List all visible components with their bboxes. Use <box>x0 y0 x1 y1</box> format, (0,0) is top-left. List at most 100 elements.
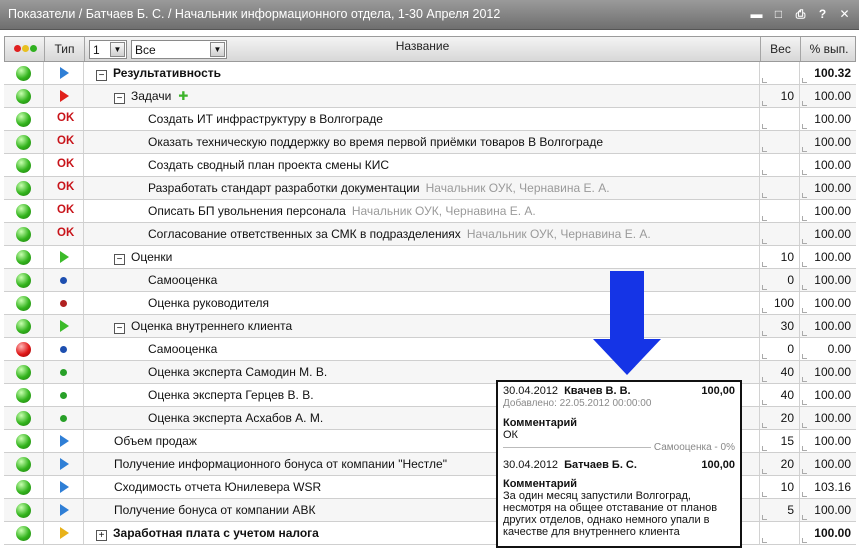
status-red-light-icon <box>16 342 31 357</box>
ok-mark-icon: OK <box>57 135 75 147</box>
cell-corner-icon <box>762 262 767 267</box>
name-cell[interactable]: Оценка руководителя <box>84 292 760 314</box>
collapse-icon[interactable]: − <box>114 93 125 104</box>
table-row[interactable]: − Задачи ✚ 10 100.00 <box>4 85 856 108</box>
collapse-icon[interactable]: − <box>114 323 125 334</box>
status-green-light-icon <box>16 250 31 265</box>
status-green-light-icon <box>16 135 31 150</box>
status-green-light-icon <box>16 296 31 311</box>
table-row[interactable]: OK Оказать техническую поддержку во время… <box>4 131 856 154</box>
responsible-person: Начальник ОУК, Чернавина Е. А. <box>466 227 651 241</box>
name-content: − Оценка внутреннего клиента <box>114 319 292 334</box>
table-row[interactable]: Оценка руководителя 100 100.00 <box>4 292 856 315</box>
status-cell <box>4 85 44 107</box>
name-cell[interactable]: − Оценка внутреннего клиента <box>84 315 760 337</box>
collapse-icon[interactable]: − <box>96 70 107 81</box>
table-row[interactable]: − Оценка внутреннего клиента 30 100.00 <box>4 315 856 338</box>
cell-corner-icon <box>762 239 767 244</box>
indicator-name: Оказать техническую поддержку во время п… <box>148 135 604 149</box>
indicator-name: Оценка эксперта Герцев В. В. <box>148 388 314 402</box>
name-cell[interactable]: Создать сводный план проекта смены КИС <box>84 154 760 176</box>
table-row[interactable]: OK Согласование ответственных за СМК в по… <box>4 223 856 246</box>
pct-value: 100.00 <box>814 319 851 333</box>
status-cell <box>4 384 44 406</box>
table-row[interactable]: OK Создать сводный план проекта смены КИС… <box>4 154 856 177</box>
status-cell <box>4 223 44 245</box>
table-row[interactable]: Самооценка 0 100.00 <box>4 269 856 292</box>
table-row[interactable]: OK Описать БП увольнения персонала Начальн… <box>4 200 856 223</box>
type-flag-icon <box>60 435 69 447</box>
name-cell[interactable]: − Задачи ✚ <box>84 85 760 107</box>
table-row[interactable]: Самооценка 0 0.00 <box>4 338 856 361</box>
type-cell <box>44 246 84 268</box>
weight-column-header[interactable]: Вес <box>761 37 801 61</box>
name-cell[interactable]: Согласование ответственных за СМК в подр… <box>84 223 760 245</box>
type-cell <box>44 522 84 544</box>
status-cell <box>4 499 44 521</box>
status-green-light-icon <box>16 388 31 403</box>
minimize-icon[interactable]: ▬ <box>748 5 765 23</box>
status-yellow-dot-icon <box>22 45 29 52</box>
weight-cell: 20 <box>760 453 800 475</box>
name-cell[interactable]: − Оценки <box>84 246 760 268</box>
type-dot-icon <box>60 415 67 422</box>
pct-cell: 100.00 <box>800 200 856 222</box>
weight-value: 20 <box>780 457 794 471</box>
name-content: Согласование ответственных за СМК в подр… <box>148 227 651 241</box>
expand-icon[interactable]: + <box>96 530 107 541</box>
cell-corner-icon <box>802 400 807 405</box>
table-row[interactable]: OK Разработать стандарт разработки докуме… <box>4 177 856 200</box>
close-icon[interactable]: ✕ <box>836 5 853 23</box>
pct-column-header[interactable]: % вып. <box>801 37 857 61</box>
name-cell[interactable]: Описать БП увольнения персонала Начальник… <box>84 200 760 222</box>
popup-entry-date: 30.04.2012 <box>503 459 559 471</box>
maximize-icon[interactable]: □ <box>770 5 787 23</box>
pct-cell: 100.00 <box>800 154 856 176</box>
type-cell <box>44 361 84 383</box>
help-icon[interactable]: ? <box>814 5 831 23</box>
weight-cell <box>760 223 800 245</box>
cell-corner-icon <box>802 446 807 451</box>
weight-value: 0 <box>787 342 794 356</box>
status-green-light-icon <box>16 365 31 380</box>
name-content: − Результативность <box>96 66 221 81</box>
weight-value: 40 <box>780 365 794 379</box>
name-cell[interactable]: − Результативность <box>84 62 760 84</box>
cell-corner-icon <box>802 308 807 313</box>
print-icon[interactable]: ⎙ <box>792 5 809 23</box>
type-cell <box>44 384 84 406</box>
arrow-pointer-icon <box>610 271 644 341</box>
table-header: Тип 1 ▼ Все ▼ Название Вес % вып. <box>4 36 856 62</box>
table-row[interactable]: OK Создать ИТ инфраструктуру в Волгограде… <box>4 108 856 131</box>
cell-corner-icon <box>762 515 767 520</box>
ok-mark-icon: OK <box>57 227 75 239</box>
ok-mark-icon: OK <box>57 112 75 124</box>
name-cell[interactable]: Создать ИТ инфраструктуру в Волгограде <box>84 108 760 130</box>
cell-corner-icon <box>802 147 807 152</box>
indicator-name: Задачи <box>131 89 172 103</box>
table-row[interactable]: − Оценки 10 100.00 <box>4 246 856 269</box>
name-column-header[interactable]: 1 ▼ Все ▼ Название <box>85 37 761 61</box>
type-flag-icon <box>60 251 69 263</box>
add-icon[interactable]: ✚ <box>178 89 188 103</box>
type-dot-icon <box>60 392 67 399</box>
table-row[interactable]: − Результативность 100.32 <box>4 62 856 85</box>
name-cell[interactable]: Оказать техническую поддержку во время п… <box>84 131 760 153</box>
weight-value: 20 <box>780 411 794 425</box>
cell-corner-icon <box>762 216 767 221</box>
weight-cell: 20 <box>760 407 800 429</box>
ok-mark-icon: OK <box>57 204 75 216</box>
pct-value: 100.00 <box>814 250 851 264</box>
pct-value: 100.00 <box>814 365 851 379</box>
status-cell <box>4 476 44 498</box>
collapse-icon[interactable]: − <box>114 254 125 265</box>
cell-corner-icon <box>802 216 807 221</box>
weight-cell: 15 <box>760 430 800 452</box>
name-cell[interactable]: Самооценка <box>84 269 760 291</box>
status-column-header[interactable] <box>5 37 45 61</box>
indicator-name: Самооценка <box>148 273 218 287</box>
type-column-header[interactable]: Тип <box>45 37 85 61</box>
type-cell: OK <box>44 108 84 130</box>
pct-value: 100.00 <box>814 273 851 287</box>
name-cell[interactable]: Разработать стандарт разработки документ… <box>84 177 760 199</box>
